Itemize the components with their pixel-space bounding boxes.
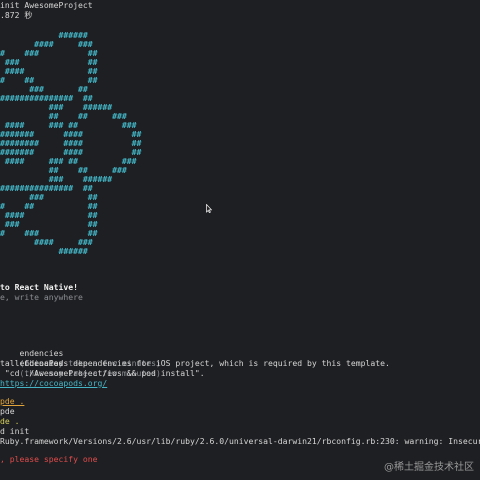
watermark: @稀土掘金技术社区 <box>384 462 474 473</box>
cocoapods-message: tall CocoaPods dependencies for iOS proj… <box>0 358 390 368</box>
cocoapods-link[interactable]: https://cocoapods.org/ <box>0 378 107 388</box>
elapsed-time: .872 秒 <box>0 10 33 20</box>
welcome-message: to React Native! <box>0 282 78 292</box>
dependency-line-1: endencies (this may take a few minutes) <box>0 338 161 368</box>
mouse-cursor-icon <box>206 204 212 213</box>
error-message: , please specify one <box>0 454 98 464</box>
pod-install-hint: "cd ./AwesomeProject/ios && pod install"… <box>0 368 205 378</box>
command-line: init AwesomeProject <box>0 0 93 10</box>
dependency-line-2: endencies (this may take a few minutes) <box>0 348 161 378</box>
logo-line: ###### <box>0 246 88 256</box>
pod-command-3: de . <box>0 416 20 426</box>
terminal-output[interactable]: init AwesomeProject .872 秒 ###### #### #… <box>0 0 480 480</box>
tagline: e, write anywhere <box>0 292 83 302</box>
pod-command-2: pde <box>0 406 15 416</box>
pod-command-1: pde . <box>0 396 25 406</box>
ruby-warning: Ruby.framework/Versions/2.6/usr/lib/ruby… <box>0 436 480 446</box>
pod-command-4: d init <box>0 426 30 436</box>
